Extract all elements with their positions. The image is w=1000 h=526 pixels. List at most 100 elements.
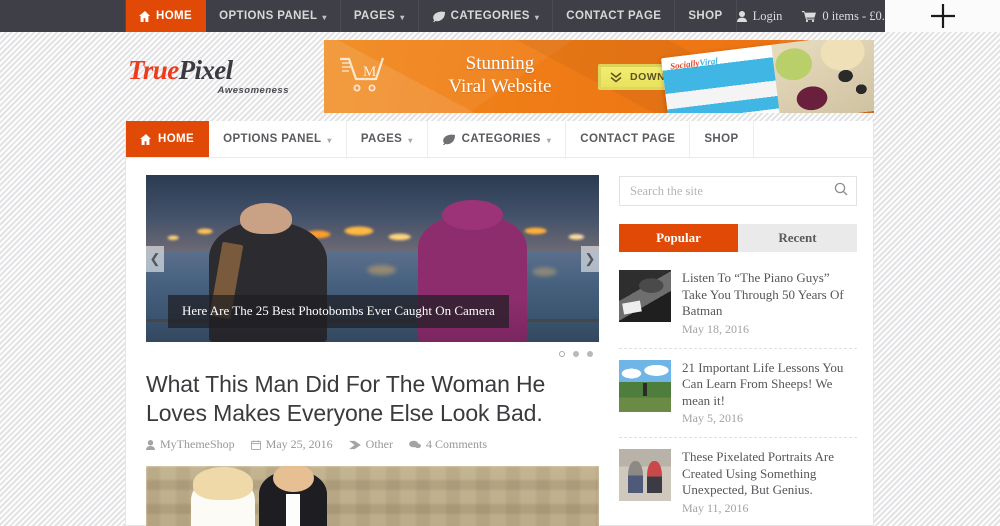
post-author-label: MyThemeShop: [160, 437, 235, 451]
list-item-title: These Pixelated Portraits Are Created Us…: [682, 449, 834, 497]
list-item-date: May 5, 2016: [682, 411, 743, 425]
list-item-body: Listen To “The Piano Guys” Take You Thro…: [682, 270, 857, 337]
banner-cart-icon: M: [338, 54, 386, 101]
post-featured-image[interactable]: [146, 466, 599, 526]
post-thumbnail: [619, 449, 671, 501]
slider-dot-2[interactable]: [573, 351, 579, 357]
banner-food-photo: [771, 39, 874, 113]
plus-icon: [930, 3, 956, 29]
nav-item-label: HOME: [158, 133, 195, 145]
list-item-body: 21 Important Life Lessons You Can Learn …: [682, 360, 857, 427]
home-icon: [140, 133, 152, 145]
leaf-icon: [432, 11, 446, 22]
search-button[interactable]: [832, 182, 850, 200]
topbar-item-categories[interactable]: CATEGORIES ▾: [419, 0, 554, 32]
svg-text:M: M: [363, 64, 376, 80]
brand-part-b: Viral: [698, 55, 719, 68]
search-icon: [834, 182, 848, 201]
nav-item-home[interactable]: HOME: [126, 121, 210, 157]
top-bar-menu: HOME OPTIONS PANEL ▾ PAGES ▾ CATEGORIES …: [125, 0, 737, 32]
topbar-item-contact-page[interactable]: CONTACT PAGE: [553, 0, 676, 32]
list-item[interactable]: Listen To “The Piano Guys” Take You Thro…: [619, 264, 857, 349]
site-logo[interactable]: TruePixel Awesomeness: [128, 54, 317, 96]
post-category[interactable]: Other: [348, 437, 393, 452]
chevron-down-icon: ▾: [408, 135, 413, 145]
chevron-right-icon: ❯: [584, 250, 596, 266]
logo-part-true: True: [128, 54, 179, 85]
nav-item-contact-page[interactable]: CONTACT PAGE: [566, 121, 691, 157]
banner-headline: Stunning Viral Website: [420, 52, 580, 98]
tag-icon: [348, 440, 361, 450]
main-column: Here Are The 25 Best Photobombs Ever Cau…: [126, 158, 615, 526]
banner-screenshot-brand: SociallyViral: [669, 55, 718, 71]
nav-item-options-panel[interactable]: OPTIONS PANEL ▾: [209, 121, 347, 157]
post-author[interactable]: MyThemeShop: [146, 437, 235, 452]
topbar-item-home[interactable]: HOME: [125, 0, 207, 32]
topbar-item-label: OPTIONS PANEL: [219, 10, 318, 22]
list-item-date: May 18, 2016: [682, 321, 749, 336]
nav-item-label: OPTIONS PANEL: [223, 133, 322, 145]
nav-item-label: SHOP: [704, 133, 739, 145]
slider-prev-button[interactable]: ❮: [146, 245, 164, 272]
chevron-down-icon: ▾: [322, 12, 327, 22]
featured-slider[interactable]: Here Are The 25 Best Photobombs Ever Cau…: [146, 175, 599, 342]
slider-next-button[interactable]: ❯: [581, 245, 599, 272]
list-item[interactable]: These Pixelated Portraits Are Created Us…: [619, 443, 857, 526]
search-input[interactable]: [620, 177, 856, 205]
nav-item-pages[interactable]: PAGES ▾: [347, 121, 428, 157]
double-chevron-down-icon: [610, 71, 622, 83]
post-date-label: May 25, 2016: [265, 437, 333, 451]
post-image-bride: [191, 466, 255, 526]
post-category-label: Other: [365, 437, 393, 451]
topbar-item-label: HOME: [156, 10, 193, 22]
topbar-item-pages[interactable]: PAGES ▾: [341, 0, 419, 32]
chevron-down-icon: ▾: [546, 135, 552, 145]
list-item-title: 21 Important Life Lessons You Can Learn …: [682, 359, 844, 408]
sidebar: Popular Recent Listen To “The Piano Guys…: [615, 158, 873, 526]
tab-popular[interactable]: Popular: [619, 224, 738, 252]
post-comments[interactable]: 4 Comments: [409, 437, 487, 452]
nav-item-shop[interactable]: SHOP: [690, 121, 754, 157]
add-button[interactable]: [885, 0, 1000, 32]
banner-screenshot-card: SociallyViral: [661, 43, 788, 113]
list-item-date: May 11, 2016: [682, 500, 749, 515]
slider-caption[interactable]: Here Are The 25 Best Photobombs Ever Cau…: [168, 295, 509, 328]
sidebar-post-list: Listen To “The Piano Guys” Take You Thro…: [619, 264, 857, 526]
topbar-item-label: CATEGORIES: [450, 10, 530, 22]
post-image-groom: [259, 466, 328, 526]
list-item[interactable]: 21 Important Life Lessons You Can Learn …: [619, 354, 857, 438]
nav-item-categories[interactable]: CATEGORIES ▾: [428, 121, 567, 157]
list-item-title: Listen To “The Piano Guys” Take You Thro…: [682, 270, 844, 318]
slider-dot-1[interactable]: [559, 351, 565, 357]
main-navigation: HOME OPTIONS PANEL ▾ PAGES ▾ CATEGORIES …: [126, 121, 873, 158]
banner-headline-line1: Stunning: [465, 52, 535, 74]
chevron-left-icon: ❮: [149, 250, 161, 266]
sheep-thumbnail: [619, 359, 671, 412]
cart-link[interactable]: 0 items - £0.00: [802, 9, 897, 24]
user-icon: [146, 439, 155, 450]
post-meta: MyThemeShop May 25, 2016 Other 4 Comment…: [146, 437, 599, 452]
slider-pagination: [146, 342, 599, 357]
logo-wordmark: TruePixel: [128, 54, 317, 85]
post-title[interactable]: What This Man Did For The Woman He Loves…: [146, 370, 599, 428]
login-link[interactable]: Login: [736, 8, 783, 24]
topbar-item-shop[interactable]: SHOP: [675, 0, 737, 32]
banner-headline-line2: Viral Website: [448, 75, 552, 97]
cart-icon: [802, 10, 817, 22]
user-icon: [736, 10, 747, 22]
list-item-body: These Pixelated Portraits Are Created Us…: [682, 449, 857, 516]
banner-ad[interactable]: M Stunning Viral Website DOWNLOAD Social…: [323, 39, 874, 113]
post-thumbnail: [619, 359, 671, 412]
top-bar: HOME OPTIONS PANEL ▾ PAGES ▾ CATEGORIES …: [0, 0, 897, 32]
topbar-item-options-panel[interactable]: OPTIONS PANEL ▾: [206, 0, 341, 32]
chevron-down-icon: ▾: [400, 12, 405, 22]
content-shell: HOME OPTIONS PANEL ▾ PAGES ▾ CATEGORIES …: [125, 121, 874, 526]
login-label: Login: [752, 8, 783, 23]
nav-item-label: CONTACT PAGE: [580, 133, 676, 145]
logo-part-pixel: Pixel: [178, 54, 234, 85]
leaf-icon: [442, 134, 456, 145]
chevron-down-icon: ▾: [534, 12, 540, 22]
sidebar-tabs: Popular Recent: [619, 224, 857, 252]
slider-dot-3[interactable]: [587, 351, 593, 357]
tab-recent[interactable]: Recent: [738, 224, 857, 252]
